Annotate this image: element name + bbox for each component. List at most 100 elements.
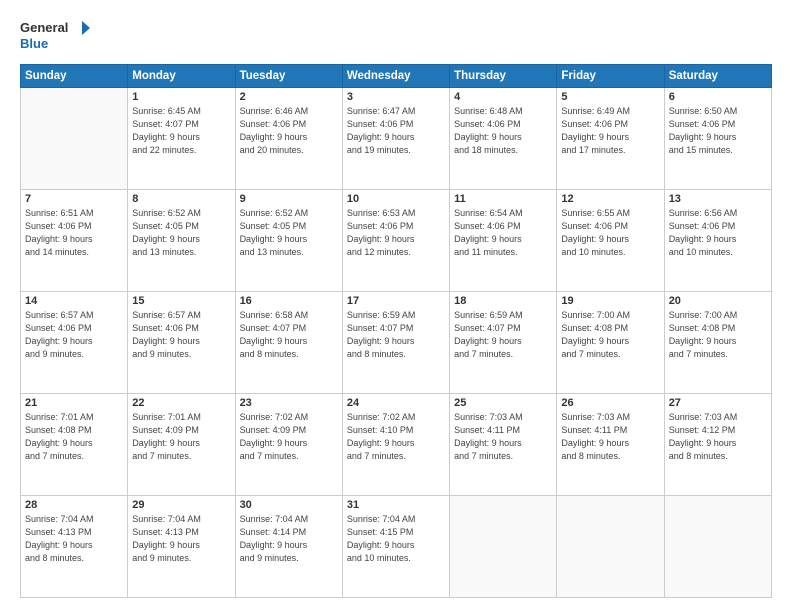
day-info: Sunrise: 6:59 AM Sunset: 4:07 PM Dayligh…	[347, 309, 445, 361]
day-info: Sunrise: 6:58 AM Sunset: 4:07 PM Dayligh…	[240, 309, 338, 361]
day-number: 10	[347, 193, 445, 205]
day-number: 31	[347, 499, 445, 511]
day-info: Sunrise: 6:56 AM Sunset: 4:06 PM Dayligh…	[669, 207, 767, 259]
day-info: Sunrise: 7:04 AM Sunset: 4:13 PM Dayligh…	[132, 513, 230, 565]
col-header-sunday: Sunday	[21, 65, 128, 88]
day-cell: 26Sunrise: 7:03 AM Sunset: 4:11 PM Dayli…	[557, 394, 664, 496]
day-info: Sunrise: 6:49 AM Sunset: 4:06 PM Dayligh…	[561, 105, 659, 157]
svg-text:General: General	[20, 20, 68, 35]
day-cell: 3Sunrise: 6:47 AM Sunset: 4:06 PM Daylig…	[342, 88, 449, 190]
day-number: 21	[25, 397, 123, 409]
day-info: Sunrise: 7:01 AM Sunset: 4:08 PM Dayligh…	[25, 411, 123, 463]
day-cell: 6 Sunrise: 6:50 AM Sunset: 4:06 PM Daylig…	[664, 88, 771, 190]
day-cell: 27Sunrise: 7:03 AM Sunset: 4:12 PM Dayli…	[664, 394, 771, 496]
day-info: Sunrise: 7:02 AM Sunset: 4:09 PM Dayligh…	[240, 411, 338, 463]
calendar-table: SundayMondayTuesdayWednesdayThursdayFrid…	[20, 64, 772, 598]
week-row-2: 7 Sunrise: 6:51 AM Sunset: 4:06 PM Daylig…	[21, 190, 772, 292]
day-cell: 4 Sunrise: 6:48 AM Sunset: 4:06 PM Daylig…	[450, 88, 557, 190]
day-info: Sunrise: 7:03 AM Sunset: 4:11 PM Dayligh…	[454, 411, 552, 463]
day-info: Sunrise: 6:48 AM Sunset: 4:06 PM Dayligh…	[454, 105, 552, 157]
day-cell	[21, 88, 128, 190]
day-info: Sunrise: 6:55 AM Sunset: 4:06 PM Dayligh…	[561, 207, 659, 259]
day-number: 19	[561, 295, 659, 307]
day-info: Sunrise: 6:51 AM Sunset: 4:06 PM Dayligh…	[25, 207, 123, 259]
day-cell: 31 Sunrise: 7:04 AM Sunset: 4:15 PM Dayli…	[342, 496, 449, 598]
day-cell: 29 Sunrise: 7:04 AM Sunset: 4:13 PM Dayli…	[128, 496, 235, 598]
day-info: Sunrise: 6:57 AM Sunset: 4:06 PM Dayligh…	[132, 309, 230, 361]
day-info: Sunrise: 7:02 AM Sunset: 4:10 PM Dayligh…	[347, 411, 445, 463]
day-info: Sunrise: 7:04 AM Sunset: 4:13 PM Dayligh…	[25, 513, 123, 565]
day-info: Sunrise: 6:52 AM Sunset: 4:05 PM Dayligh…	[240, 207, 338, 259]
week-row-5: 28Sunrise: 7:04 AM Sunset: 4:13 PM Dayli…	[21, 496, 772, 598]
day-number: 6	[669, 91, 767, 103]
day-number: 1	[132, 91, 230, 103]
day-info: Sunrise: 6:52 AM Sunset: 4:05 PM Dayligh…	[132, 207, 230, 259]
day-number: 30	[240, 499, 338, 511]
logo: General Blue	[20, 18, 90, 54]
day-number: 17	[347, 295, 445, 307]
day-info: Sunrise: 6:50 AM Sunset: 4:06 PM Dayligh…	[669, 105, 767, 157]
day-cell: 20 Sunrise: 7:00 AM Sunset: 4:08 PM Dayli…	[664, 292, 771, 394]
day-cell: 25 Sunrise: 7:03 AM Sunset: 4:11 PM Dayli…	[450, 394, 557, 496]
col-header-monday: Monday	[128, 65, 235, 88]
day-number: 15	[132, 295, 230, 307]
day-cell: 14Sunrise: 6:57 AM Sunset: 4:06 PM Dayli…	[21, 292, 128, 394]
day-number: 2	[240, 91, 338, 103]
day-cell: 23Sunrise: 7:02 AM Sunset: 4:09 PM Dayli…	[235, 394, 342, 496]
day-info: Sunrise: 7:00 AM Sunset: 4:08 PM Dayligh…	[561, 309, 659, 361]
day-cell: 11Sunrise: 6:54 AM Sunset: 4:06 PM Dayli…	[450, 190, 557, 292]
week-row-1: 1 Sunrise: 6:45 AM Sunset: 4:07 PM Daylig…	[21, 88, 772, 190]
day-cell: 5 Sunrise: 6:49 AM Sunset: 4:06 PM Daylig…	[557, 88, 664, 190]
col-header-tuesday: Tuesday	[235, 65, 342, 88]
day-info: Sunrise: 6:47 AM Sunset: 4:06 PM Dayligh…	[347, 105, 445, 157]
day-info: Sunrise: 6:46 AM Sunset: 4:06 PM Dayligh…	[240, 105, 338, 157]
day-number: 26	[561, 397, 659, 409]
header: General Blue	[20, 18, 772, 54]
day-number: 24	[347, 397, 445, 409]
day-cell: 15 Sunrise: 6:57 AM Sunset: 4:06 PM Dayli…	[128, 292, 235, 394]
day-cell: 28Sunrise: 7:04 AM Sunset: 4:13 PM Dayli…	[21, 496, 128, 598]
day-number: 27	[669, 397, 767, 409]
day-cell: 10 Sunrise: 6:53 AM Sunset: 4:06 PM Dayli…	[342, 190, 449, 292]
day-cell: 16Sunrise: 6:58 AM Sunset: 4:07 PM Dayli…	[235, 292, 342, 394]
day-cell: 12 Sunrise: 6:55 AM Sunset: 4:06 PM Dayli…	[557, 190, 664, 292]
day-cell	[450, 496, 557, 598]
week-row-3: 14Sunrise: 6:57 AM Sunset: 4:06 PM Dayli…	[21, 292, 772, 394]
day-number: 20	[669, 295, 767, 307]
day-info: Sunrise: 7:04 AM Sunset: 4:15 PM Dayligh…	[347, 513, 445, 565]
day-cell: 24 Sunrise: 7:02 AM Sunset: 4:10 PM Dayli…	[342, 394, 449, 496]
day-number: 12	[561, 193, 659, 205]
svg-text:Blue: Blue	[20, 36, 48, 51]
day-info: Sunrise: 7:01 AM Sunset: 4:09 PM Dayligh…	[132, 411, 230, 463]
col-header-friday: Friday	[557, 65, 664, 88]
day-cell	[557, 496, 664, 598]
day-info: Sunrise: 6:53 AM Sunset: 4:06 PM Dayligh…	[347, 207, 445, 259]
day-info: Sunrise: 6:45 AM Sunset: 4:07 PM Dayligh…	[132, 105, 230, 157]
day-cell: 19 Sunrise: 7:00 AM Sunset: 4:08 PM Dayli…	[557, 292, 664, 394]
day-number: 25	[454, 397, 552, 409]
day-cell: 21 Sunrise: 7:01 AM Sunset: 4:08 PM Dayli…	[21, 394, 128, 496]
day-cell: 7 Sunrise: 6:51 AM Sunset: 4:06 PM Daylig…	[21, 190, 128, 292]
day-cell: 13 Sunrise: 6:56 AM Sunset: 4:06 PM Dayli…	[664, 190, 771, 292]
day-cell: 1 Sunrise: 6:45 AM Sunset: 4:07 PM Daylig…	[128, 88, 235, 190]
calendar-page: General Blue SundayMondayTuesdayWednesda…	[0, 0, 792, 612]
day-info: Sunrise: 6:57 AM Sunset: 4:06 PM Dayligh…	[25, 309, 123, 361]
day-number: 4	[454, 91, 552, 103]
day-info: Sunrise: 7:04 AM Sunset: 4:14 PM Dayligh…	[240, 513, 338, 565]
day-number: 29	[132, 499, 230, 511]
day-number: 18	[454, 295, 552, 307]
day-info: Sunrise: 6:59 AM Sunset: 4:07 PM Dayligh…	[454, 309, 552, 361]
day-info: Sunrise: 6:54 AM Sunset: 4:06 PM Dayligh…	[454, 207, 552, 259]
logo-svg: General Blue	[20, 18, 90, 54]
day-info: Sunrise: 7:00 AM Sunset: 4:08 PM Dayligh…	[669, 309, 767, 361]
day-number: 5	[561, 91, 659, 103]
day-number: 9	[240, 193, 338, 205]
day-cell: 18 Sunrise: 6:59 AM Sunset: 4:07 PM Dayli…	[450, 292, 557, 394]
day-number: 7	[25, 193, 123, 205]
day-cell: 22Sunrise: 7:01 AM Sunset: 4:09 PM Dayli…	[128, 394, 235, 496]
day-cell: 2 Sunrise: 6:46 AM Sunset: 4:06 PM Daylig…	[235, 88, 342, 190]
week-row-4: 21 Sunrise: 7:01 AM Sunset: 4:08 PM Dayli…	[21, 394, 772, 496]
day-number: 13	[669, 193, 767, 205]
col-header-thursday: Thursday	[450, 65, 557, 88]
day-cell: 30 Sunrise: 7:04 AM Sunset: 4:14 PM Dayli…	[235, 496, 342, 598]
